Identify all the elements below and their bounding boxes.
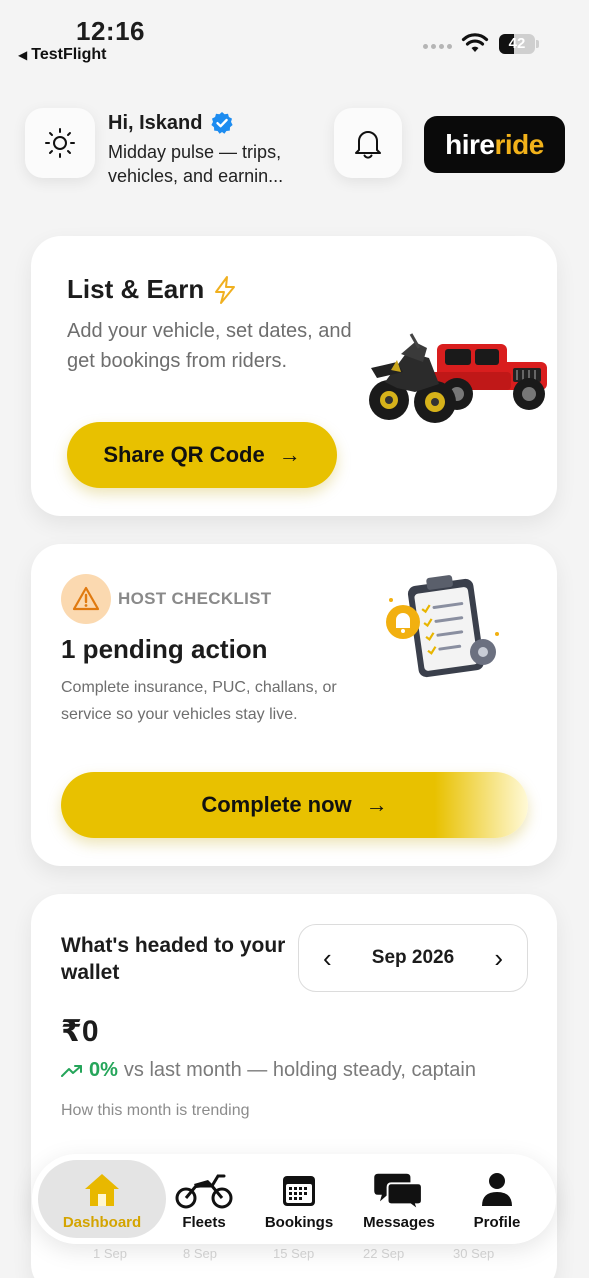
x-tick: 8 Sep xyxy=(183,1246,217,1261)
notifications-button[interactable] xyxy=(334,108,402,178)
cellular-signal-icon xyxy=(423,44,452,49)
chevron-right-icon[interactable]: › xyxy=(494,945,503,971)
vehicles-illustration xyxy=(369,333,547,423)
verified-badge-icon xyxy=(211,112,234,134)
tab-label: Bookings xyxy=(264,1214,334,1231)
wifi-icon xyxy=(461,33,489,52)
hireride-logo: hire ride xyxy=(424,116,565,173)
lightning-icon xyxy=(215,275,236,304)
trend-line: 0% vs last month — holding steady, capta… xyxy=(61,1059,476,1082)
warning-badge xyxy=(61,574,111,624)
logo-text-ride: ride xyxy=(494,128,545,160)
bell-icon xyxy=(355,131,381,159)
tab-messages[interactable]: Messages xyxy=(354,1160,444,1238)
chart-x-axis: 1 Sep 8 Sep 15 Sep 22 Sep 30 Sep xyxy=(31,1246,557,1266)
tab-label: Fleets xyxy=(182,1214,226,1231)
list-and-earn-card: List & Earn Add your vehicle, set dates,… xyxy=(31,236,557,516)
x-tick: 22 Sep xyxy=(363,1246,405,1261)
chat-bubbles-icon xyxy=(374,1173,423,1210)
battery-level: 42 xyxy=(508,35,526,52)
status-time: 12:16 xyxy=(76,16,145,46)
person-icon xyxy=(482,1173,512,1206)
trend-percent: 0% xyxy=(89,1059,118,1081)
tab-label: Dashboard xyxy=(62,1214,142,1231)
bottom-tab-bar: Dashboard Fleets Bookings Messages Profi… xyxy=(32,1154,556,1244)
back-app-label: TestFlight xyxy=(31,46,107,63)
motorcycle-icon xyxy=(175,1174,233,1209)
x-tick: 1 Sep xyxy=(93,1246,127,1261)
x-tick: 30 Sep xyxy=(453,1246,495,1261)
arrow-right-icon: → xyxy=(365,792,388,817)
wallet-amount: ₹0 xyxy=(61,1015,99,1048)
share-qr-code-button[interactable]: Share QR Code → xyxy=(67,422,337,488)
month-label: Sep 2026 xyxy=(371,947,455,968)
x-tick: 15 Sep xyxy=(273,1246,315,1261)
month-picker: ‹ Sep 2026 › xyxy=(298,924,528,992)
earn-title: List & Earn xyxy=(67,274,205,304)
greeting-title: Hi, Iskand xyxy=(108,111,203,134)
greeting-subtitle: Midday pulse — trips, vehicles, and earn… xyxy=(108,142,284,186)
arrow-right-icon: → xyxy=(278,442,301,467)
wallet-title: What's headed to your wallet xyxy=(61,934,286,984)
tab-fleets[interactable]: Fleets xyxy=(166,1160,242,1238)
sun-icon xyxy=(45,128,75,158)
back-triangle-icon: ◀ xyxy=(18,48,28,62)
chevron-left-icon[interactable]: ‹ xyxy=(323,945,332,971)
checklist-title: 1 pending action xyxy=(61,634,268,664)
checklist-description: Complete insurance, PUC, challans, or se… xyxy=(61,679,337,723)
back-to-app-link[interactable]: ◀ TestFlight xyxy=(18,46,106,64)
share-qr-code-label: Share QR Code xyxy=(103,442,265,467)
trend-text: vs last month — holding steady, captain xyxy=(123,1059,476,1081)
status-bar: 12:16 ◀ TestFlight 42 xyxy=(0,0,589,72)
tab-label: Profile xyxy=(473,1214,521,1231)
checklist-label: HOST CHECKLIST xyxy=(118,589,272,608)
trend-up-icon xyxy=(61,1064,82,1077)
greeting-block: Hi, Iskand Midday pulse — trips, vehicle… xyxy=(108,111,323,188)
warning-icon xyxy=(72,586,100,611)
tab-dashboard[interactable]: Dashboard xyxy=(38,1160,166,1238)
calendar-icon xyxy=(283,1176,315,1206)
complete-now-button[interactable]: Complete now → xyxy=(61,772,528,838)
home-icon xyxy=(85,1174,119,1206)
earn-description: Add your vehicle, set dates, and get boo… xyxy=(67,320,352,372)
tab-profile[interactable]: Profile xyxy=(454,1160,540,1238)
header: Hi, Iskand Midday pulse — trips, vehicle… xyxy=(0,108,589,188)
clipboard-checklist-illustration xyxy=(386,575,499,678)
complete-now-label: Complete now xyxy=(201,792,352,817)
battery-icon: 42 xyxy=(499,34,539,54)
host-checklist-card: HOST CHECKLIST 1 pending action Complete… xyxy=(31,544,557,866)
trend-subtitle: How this month is trending xyxy=(61,1102,250,1119)
theme-toggle-button[interactable] xyxy=(25,108,95,178)
logo-text-hire: hire xyxy=(445,128,495,160)
tab-bookings[interactable]: Bookings xyxy=(254,1160,344,1238)
tab-label: Messages xyxy=(363,1214,435,1231)
